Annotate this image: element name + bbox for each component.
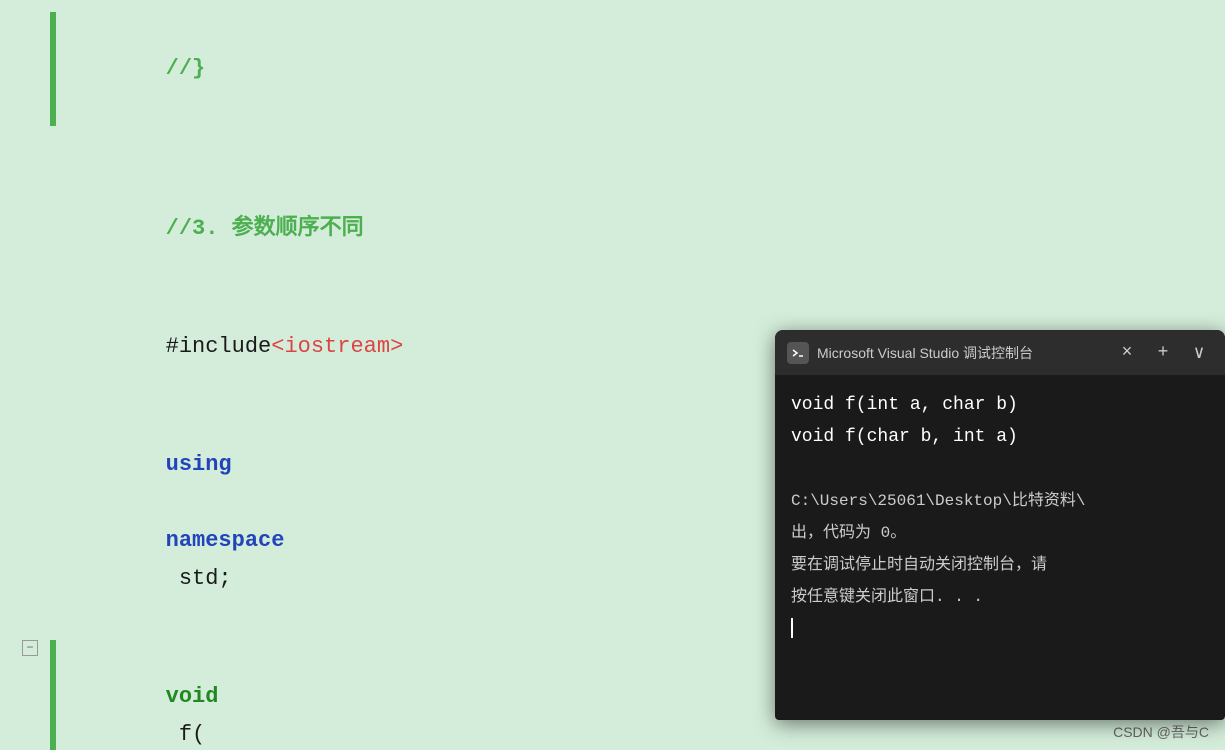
preprocessor-hash: #include — [166, 334, 272, 359]
terminal-cursor-line — [791, 613, 1209, 645]
comment-brace: //} — [166, 56, 206, 81]
comment-3: //3. 参数顺序不同 — [166, 216, 364, 241]
kw-void-1: void — [166, 684, 219, 709]
terminal-window: Microsoft Visual Studio 调试控制台 × + ∨ void… — [775, 330, 1225, 720]
terminal-output-6: 要在调试停止时自动关闭控制台，请 — [791, 549, 1209, 581]
gutter-6: − — [0, 640, 50, 656]
terminal-titlebar: Microsoft Visual Studio 调试控制台 × + ∨ — [775, 330, 1225, 375]
sp-1: f( — [166, 722, 206, 747]
terminal-close-button[interactable]: × — [1113, 339, 1141, 367]
terminal-body: void f(int a, char b) void f(char b, int… — [775, 375, 1225, 659]
green-bar-6 — [50, 640, 56, 750]
green-bar-1 — [50, 12, 56, 126]
terminal-cursor — [791, 618, 793, 638]
terminal-output-2: void f(char b, int a) — [791, 421, 1209, 453]
code-line-2 — [0, 128, 1225, 170]
terminal-output-4: C:\Users\25061\Desktop\比特资料\ — [791, 485, 1209, 517]
terminal-add-button[interactable]: + — [1149, 339, 1177, 367]
space-1 — [166, 490, 179, 515]
kw-using: using — [166, 452, 232, 477]
terminal-more-button[interactable]: ∨ — [1185, 339, 1213, 367]
kw-namespace: namespace — [166, 528, 285, 553]
terminal-output-3 — [791, 453, 1209, 485]
terminal-icon — [787, 342, 809, 364]
line-content-2 — [60, 130, 1225, 168]
terminal-output-5: 出，代码为 0。 — [791, 517, 1209, 549]
line-content-3: //3. 参数顺序不同 — [60, 172, 1225, 286]
code-line-1: //} — [0, 10, 1225, 128]
attribution-text: CSDN @吾与C — [1113, 722, 1209, 742]
terminal-title: Microsoft Visual Studio 调试控制台 — [817, 343, 1105, 363]
include-lib: <iostream> — [271, 334, 403, 359]
terminal-output-7: 按任意键关闭此窗口. . . — [791, 581, 1209, 613]
std-name: std; — [166, 566, 232, 591]
code-line-3: //3. 参数顺序不同 — [0, 170, 1225, 288]
line-content-1: //} — [60, 12, 1225, 126]
fold-btn-6[interactable]: − — [22, 640, 38, 656]
terminal-output-1: void f(int a, char b) — [791, 389, 1209, 421]
